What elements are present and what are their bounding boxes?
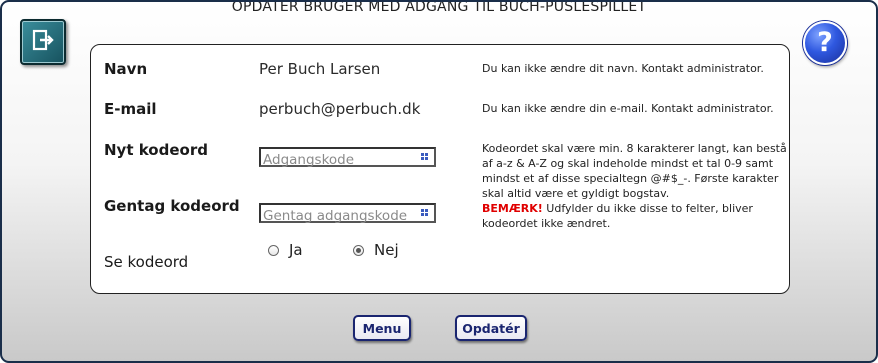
page-title: OPDATER BRUGER MED ADGANG TIL BUCH-PUSLE… <box>231 0 647 15</box>
form-panel: Navn Per Buch Larsen Du kan ikke ændre d… <box>90 44 790 294</box>
password-rule-line: mindst et af disse specialtegn @#$_-. Fø… <box>482 172 779 185</box>
password-rule-line: skal altid være et gyldigt bogstav. <box>482 187 670 200</box>
update-button[interactable]: Opdatér <box>455 315 527 341</box>
show-password-no-option[interactable]: Nej <box>353 241 399 259</box>
password-manager-icon[interactable] <box>421 153 428 160</box>
warning-line: BEMÆRK! Udfylder du ikke disse to felter… <box>482 201 787 216</box>
email-note: Du kan ikke ændre din e-mail. Kontakt ad… <box>482 102 774 115</box>
email-value: perbuch@perbuch.dk <box>259 100 421 118</box>
help-button[interactable]: ? <box>803 21 847 65</box>
exit-icon <box>32 29 54 55</box>
question-mark-icon: ? <box>817 27 833 58</box>
radio-button-yes[interactable] <box>268 244 279 256</box>
name-label: Navn <box>104 60 148 78</box>
password-rule-line: af a-z & A-Z og skal indeholde mindst et… <box>482 157 774 170</box>
radio-label-no: Nej <box>374 241 399 259</box>
repeat-password-label: Gentag kodeord <box>104 197 240 215</box>
show-password-yes-option[interactable]: Ja <box>268 241 303 259</box>
new-password-label: Nyt kodeord <box>104 141 208 159</box>
radio-button-no[interactable] <box>353 244 364 256</box>
new-password-field[interactable] <box>259 147 436 168</box>
warning-text: Udfylder du ikke disse to felter, bliver <box>542 202 753 215</box>
show-password-label: Se kodeord <box>104 253 189 271</box>
repeat-password-field[interactable] <box>259 203 436 224</box>
warning-emphasis: BEMÆRK! <box>482 202 543 215</box>
repeat-password-input[interactable] <box>261 208 413 224</box>
menu-button[interactable]: Menu <box>353 315 411 341</box>
new-password-input[interactable] <box>261 152 413 168</box>
email-label: E-mail <box>104 100 157 118</box>
update-user-window: OPDATER BRUGER MED ADGANG TIL BUCH-PUSLE… <box>0 0 878 363</box>
exit-button[interactable] <box>20 19 66 65</box>
warning-line-2: kodeordet ikke ændret. <box>482 217 611 230</box>
password-rules: Kodeordet skal være min. 8 karakterer la… <box>482 141 787 231</box>
name-note: Du kan ikke ændre dit navn. Kontakt admi… <box>482 62 764 75</box>
radio-label-yes: Ja <box>289 241 303 259</box>
password-manager-icon[interactable] <box>421 209 428 216</box>
name-value: Per Buch Larsen <box>259 60 381 78</box>
password-rule-line: Kodeordet skal være min. 8 karakterer la… <box>482 142 787 155</box>
